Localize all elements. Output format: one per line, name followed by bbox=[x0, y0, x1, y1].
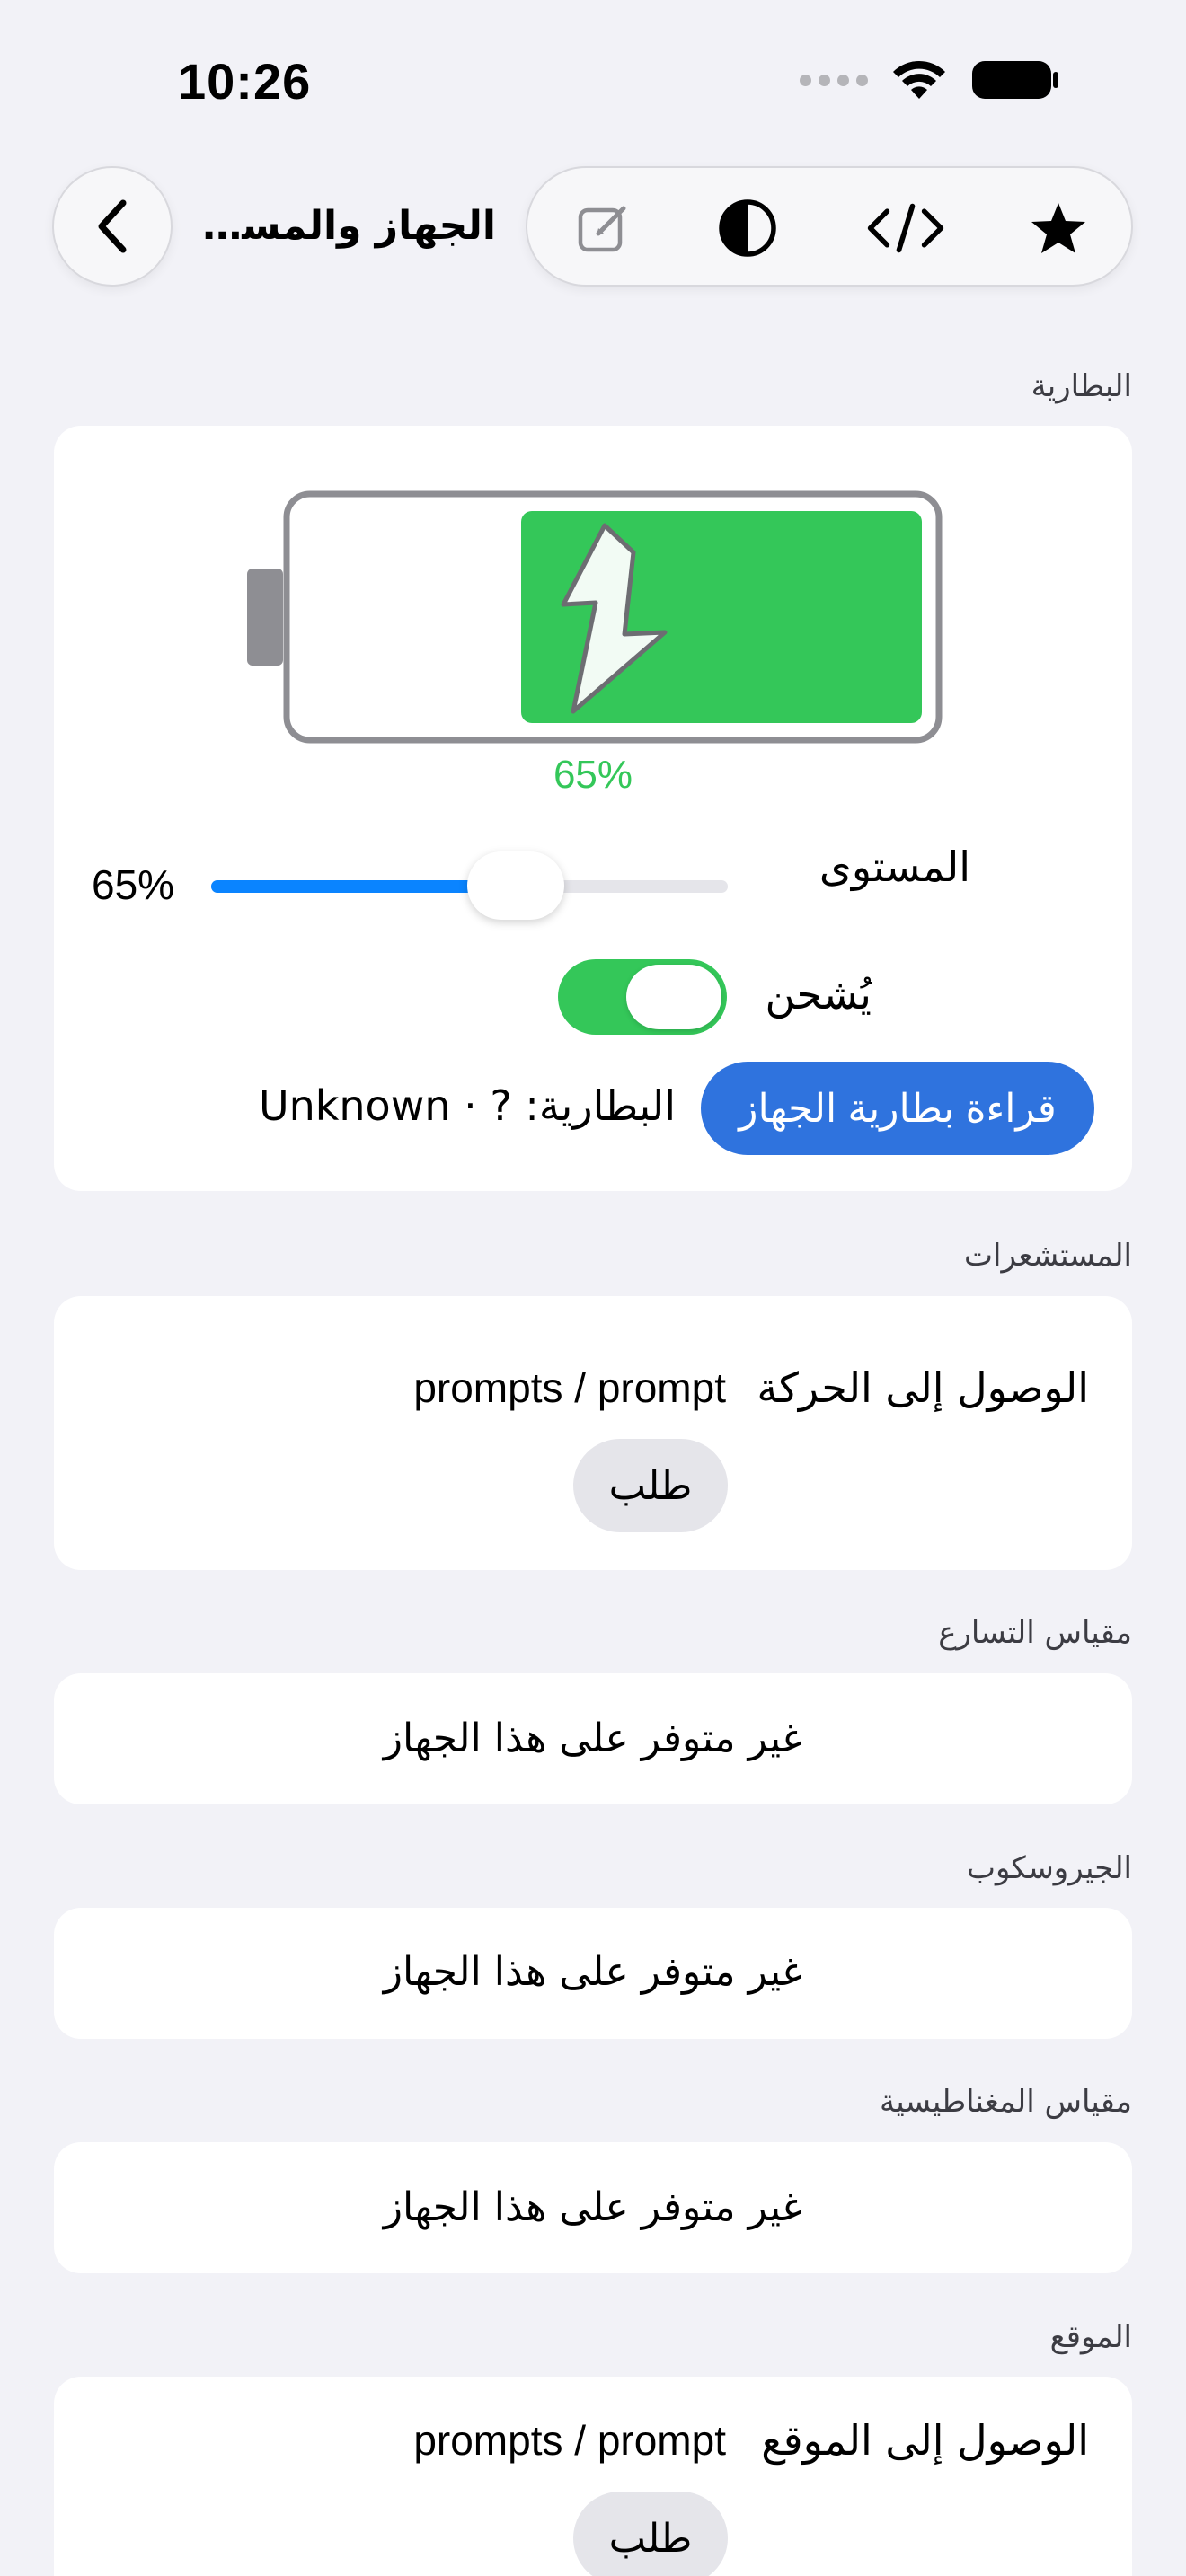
location-access-label: الوصول إلى الموقع bbox=[761, 2416, 1089, 2465]
cellular-signal-icon bbox=[800, 74, 868, 86]
favorite-button[interactable] bbox=[1018, 188, 1099, 269]
motion-request-button[interactable]: طلب bbox=[573, 1439, 728, 1532]
level-label: المستوى bbox=[819, 842, 970, 891]
battery-readout: البطارية: ? · Unknown bbox=[258, 1081, 676, 1130]
location-request-button[interactable]: طلب bbox=[573, 2492, 728, 2576]
code-button[interactable] bbox=[865, 188, 946, 269]
back-button[interactable] bbox=[52, 166, 173, 287]
level-slider-thumb[interactable] bbox=[466, 851, 564, 920]
charging-toggle-knob bbox=[626, 965, 721, 1029]
battery-status-icon bbox=[972, 61, 1058, 99]
read-battery-button[interactable]: قراءة بطارية الجهاز bbox=[701, 1062, 1094, 1155]
sensors-section-label: المستشعرات bbox=[964, 1238, 1132, 1274]
battery-graphic bbox=[247, 490, 943, 745]
location-access-value: prompts / prompt bbox=[413, 2417, 726, 2464]
wifi-icon bbox=[893, 60, 945, 99]
status-icons bbox=[800, 59, 1060, 101]
chevron-left-icon bbox=[98, 199, 127, 253]
theme-button[interactable] bbox=[707, 188, 788, 269]
magnetometer-message: غير متوفر على هذا الجهاز bbox=[383, 2184, 803, 2230]
edit-button[interactable] bbox=[563, 188, 644, 269]
motion-access-value: prompts / prompt bbox=[413, 1364, 726, 1411]
magnetometer-section-label: مقياس المغناطيسية bbox=[880, 2084, 1132, 2120]
status-time: 10:26 bbox=[178, 53, 312, 110]
code-icon bbox=[867, 203, 944, 253]
gyroscope-message: غير متوفر على هذا الجهاز bbox=[383, 1949, 803, 1995]
battery-section-label: البطارية bbox=[1031, 368, 1132, 404]
battery-level-text: 65% bbox=[553, 753, 633, 797]
charging-label: يُشحن bbox=[765, 970, 872, 1019]
contrast-icon bbox=[719, 199, 776, 257]
gyroscope-section-label: الجيروسكوب bbox=[966, 1850, 1132, 1886]
pencil-square-icon bbox=[578, 206, 626, 252]
accelerometer-message: غير متوفر على هذا الجهاز bbox=[383, 1716, 803, 1761]
star-icon bbox=[1031, 203, 1085, 253]
level-value: 65% bbox=[92, 861, 175, 908]
accelerometer-section-label: مقياس التسارع bbox=[938, 1615, 1132, 1651]
page-title: الجهاز والمستشعرات bbox=[199, 203, 496, 249]
sensors-card bbox=[54, 1296, 1132, 1570]
motion-access-label: الوصول إلى الحركة bbox=[757, 1363, 1089, 1412]
location-section-label: الموقع bbox=[1049, 2319, 1132, 2355]
toolbar bbox=[526, 166, 1133, 287]
